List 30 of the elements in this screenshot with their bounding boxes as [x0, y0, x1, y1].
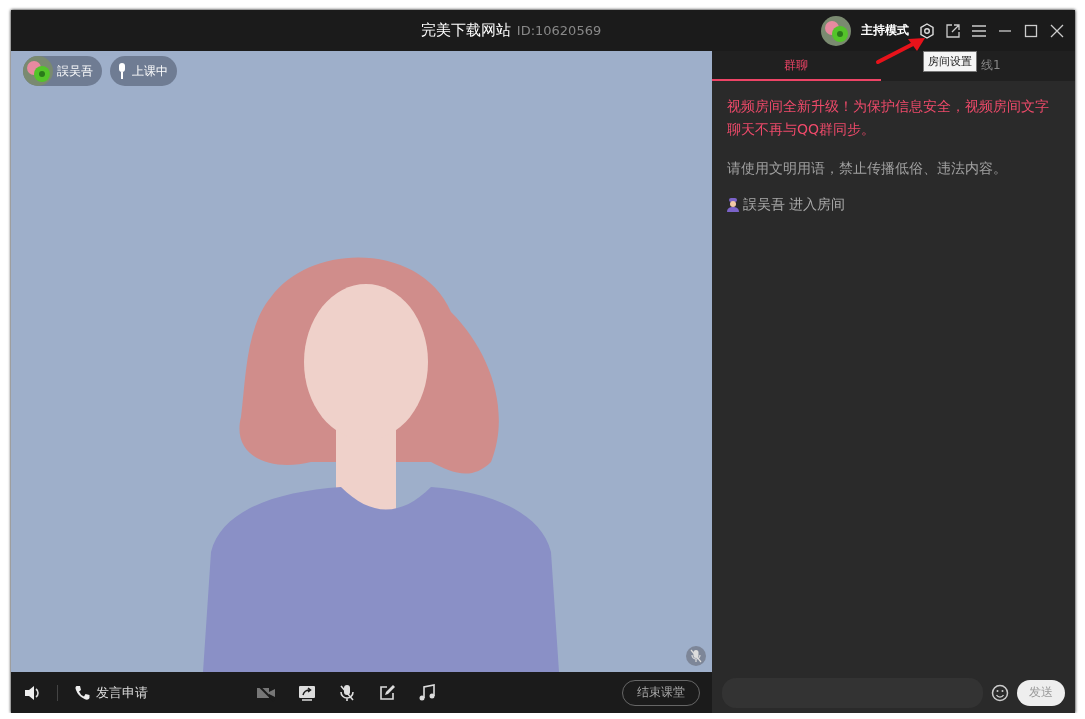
- window-title: 完美下载网站: [420, 21, 511, 40]
- rule-message: 请使用文明用语，禁止传播低俗、违法内容。: [727, 159, 1008, 178]
- notice-message: 视频房间全新升级！为保护信息安全，视频房间文字聊天不再与QQ群同步。: [727, 97, 1049, 139]
- chat-tab[interactable]: 线1: [980, 58, 1001, 72]
- avatar-icon: [23, 56, 53, 86]
- user-icon: [727, 198, 739, 212]
- edit-icon[interactable]: [378, 683, 396, 702]
- status-badge: 上课中: [110, 56, 177, 86]
- send-button[interactable]: 发送: [1017, 679, 1065, 706]
- settings-icon[interactable]: [919, 22, 935, 39]
- close-icon[interactable]: [1049, 22, 1065, 39]
- phone-icon: [74, 684, 90, 701]
- menu-icon[interactable]: [971, 22, 987, 39]
- host-mode-label: 主持模式: [861, 22, 909, 39]
- join-message: 誤吴吾 进入房间: [743, 196, 846, 214]
- tooltip: 房间设置: [923, 51, 977, 72]
- music-icon[interactable]: [418, 683, 436, 702]
- emoji-icon[interactable]: [991, 683, 1009, 702]
- apply-speak-button[interactable]: 发言申请: [74, 683, 148, 702]
- mic-icon[interactable]: [338, 683, 356, 702]
- speaker-icon[interactable]: [23, 683, 41, 702]
- screen-share-icon[interactable]: [298, 683, 316, 702]
- maximize-icon[interactable]: [1023, 22, 1039, 39]
- chat-tab[interactable]: 群聊: [784, 58, 809, 72]
- muted-mic-icon: [686, 646, 706, 666]
- user-badge: 誤吴吾: [23, 56, 102, 86]
- avatar-icon: [821, 15, 851, 46]
- room-id: ID:10620569: [516, 23, 602, 38]
- popout-icon[interactable]: [945, 22, 961, 39]
- annotation-arrow: [875, 35, 927, 65]
